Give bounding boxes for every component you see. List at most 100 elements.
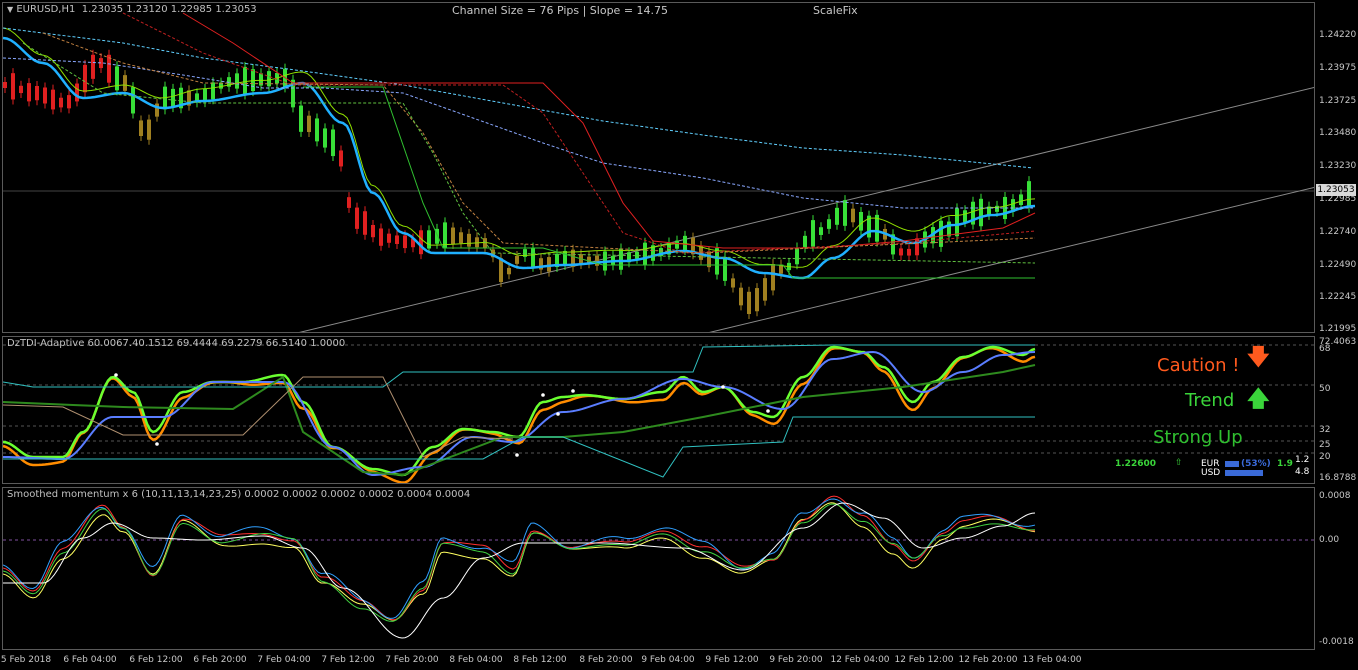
candle-body [171, 88, 175, 108]
candle-body [963, 210, 967, 223]
time-label: 13 Feb 04:00 [1022, 655, 1082, 665]
tdi-axis[interactable]: 72.4063 68 50 32 25 20 16.8788 [1317, 336, 1358, 484]
time-label: 7 Feb 20:00 [385, 655, 439, 665]
time-label: 9 Feb 12:00 [705, 655, 759, 665]
price-tick: 1.23975 [1319, 63, 1357, 73]
candle-body [835, 207, 839, 225]
candle-body [83, 64, 87, 93]
candle-body [979, 198, 983, 227]
time-label: 8 Feb 20:00 [579, 655, 633, 665]
candle-body [427, 230, 431, 249]
candle-body [843, 200, 847, 226]
candle-body [331, 129, 335, 157]
price-tick: 1.24220 [1319, 30, 1357, 40]
candle-body [803, 235, 807, 248]
candle-body [363, 211, 367, 235]
time-label: 12 Feb 20:00 [958, 655, 1018, 665]
candle-body [755, 288, 759, 312]
ma-blue-line [3, 36, 1036, 280]
candle-body [811, 220, 815, 247]
candle-body [323, 128, 327, 148]
channel-upper-line [299, 86, 1314, 332]
ma-slow-dashed [3, 27, 1034, 169]
price-chart-pane[interactable]: ▼ EURUSD,H1 1.23035 1.23120 1.22985 1.23… [2, 2, 1315, 333]
tdi-dot [515, 453, 519, 457]
candle-body [339, 150, 343, 167]
candle-body [995, 205, 999, 212]
chart-menu-icon[interactable]: ▼ [7, 5, 13, 14]
candle-body [851, 208, 855, 223]
candle-body [403, 235, 407, 249]
time-label: 8 Feb 12:00 [513, 655, 567, 665]
candle-body [387, 233, 391, 243]
strength-value-2: 1.2 [1295, 455, 1310, 465]
arrow-down-icon: 🡇 [1247, 345, 1270, 370]
scalefix-label: ScaleFix [813, 4, 858, 17]
candle-body [675, 240, 679, 249]
candle-body [443, 222, 447, 248]
candle-body [19, 85, 23, 94]
candle-body [723, 256, 727, 281]
candle-body [467, 233, 471, 247]
tdi-indicator-pane[interactable]: DzTDI-Adaptive 60.0067.40.1512 69.4444 6… [2, 336, 1315, 484]
candle-body [939, 220, 943, 247]
tdi-tick: 68 [1319, 344, 1331, 354]
tdi-dot [556, 412, 560, 416]
candle-body [771, 264, 775, 291]
candle-body [59, 97, 63, 108]
time-label: 5 Feb 2018 [0, 655, 52, 665]
candle-body [747, 291, 751, 315]
candle-body [915, 238, 919, 256]
candle-body [315, 118, 319, 142]
candle-body [107, 54, 111, 83]
tdi-title: DzTDI-Adaptive 60.0067.40.1512 69.4444 6… [7, 338, 346, 349]
arrow-up-icon: 🡅 [1247, 387, 1270, 412]
tdi-tick: 20 [1319, 452, 1331, 462]
candle-body [459, 232, 463, 244]
candle-body [395, 235, 399, 244]
candle-body [643, 242, 647, 265]
candle-body [739, 287, 743, 306]
channel-lower-line [709, 186, 1314, 332]
candle-body [1027, 181, 1031, 208]
time-label: 7 Feb 04:00 [257, 655, 311, 665]
candle-body [507, 267, 511, 275]
candle-body [139, 120, 143, 137]
candle-body [35, 85, 39, 101]
time-label: 9 Feb 20:00 [769, 655, 823, 665]
candle-body [947, 221, 951, 237]
candle-body [859, 211, 863, 231]
candle-body [235, 73, 239, 89]
price-axis[interactable]: 1.24220 1.23975 1.23725 1.23480 1.23230 … [1317, 2, 1358, 334]
tdi-dot [571, 389, 575, 393]
eur-strength-bar [1225, 461, 1239, 467]
candle-body [419, 230, 423, 255]
tdi-tick: 50 [1319, 384, 1331, 394]
candle-body [515, 255, 519, 264]
time-label: 6 Feb 20:00 [193, 655, 247, 665]
momentum-tick: 0.00 [1319, 535, 1340, 545]
momentum-tick: -0.0018 [1319, 637, 1354, 647]
candle-body [123, 75, 127, 91]
candle-body [11, 73, 15, 100]
candle-body [731, 278, 735, 288]
time-axis[interactable]: 5 Feb 2018 6 Feb 04:00 6 Feb 12:00 6 Feb 20… [0, 651, 1315, 669]
symbol-label: EURUSD,H1 [16, 4, 76, 15]
price-tick: 1.23230 [1319, 161, 1357, 171]
channel-info: Channel Size = 76 Pips | Slope = 14.75 [452, 4, 669, 17]
momentum-indicator-pane[interactable]: Smoothed momentum x 6 (10,11,13,14,23,25… [2, 487, 1315, 650]
candle-body [899, 248, 903, 256]
candle-body [955, 208, 959, 237]
candle-body [43, 87, 47, 104]
price-tick: 1.21995 [1319, 324, 1357, 334]
tdi-orange-line [3, 346, 1036, 483]
time-label: 12 Feb 12:00 [894, 655, 954, 665]
candle-body [379, 228, 383, 246]
candle-body [307, 115, 311, 133]
momentum-red-line [3, 495, 1036, 621]
tdi-dot [114, 373, 118, 377]
candle-body [147, 119, 151, 140]
caution-signal: Caution ! [1157, 355, 1240, 376]
tdi-dot [766, 409, 770, 413]
momentum-axis[interactable]: 0.0008 0.00 -0.0018 [1317, 487, 1358, 650]
